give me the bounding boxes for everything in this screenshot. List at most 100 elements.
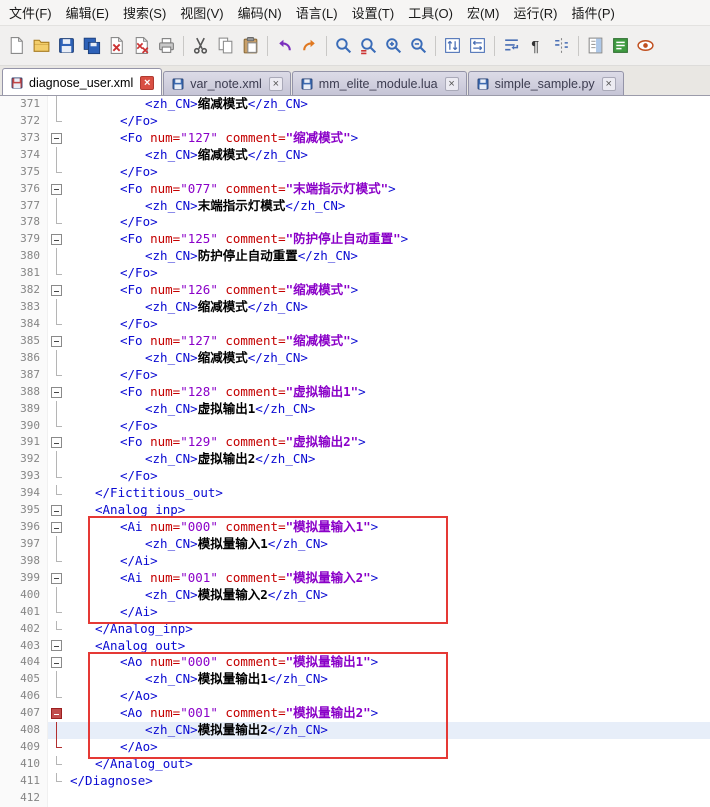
code-text[interactable]: <Ai num="000" comment="模拟量输入1"> [66,519,710,536]
zoom-out-icon[interactable] [406,33,431,58]
fold-marker[interactable] [48,705,66,722]
code-text[interactable]: <Fo num="127" comment="缩减模式"> [66,333,710,350]
function-list-icon[interactable] [608,33,633,58]
tab-close-icon[interactable]: × [140,76,154,90]
doc-map-icon[interactable] [583,33,608,58]
code-text[interactable]: </Fo> [66,265,710,282]
code-text[interactable]: <zh_CN>模拟量输入1</zh_CN> [66,536,710,553]
code-text[interactable]: <Fo num="077" comment="末端指示灯模式"> [66,181,710,198]
code-text[interactable]: <zh_CN>模拟量输入2</zh_CN> [66,587,710,604]
code-text[interactable]: <zh_CN>缩减模式</zh_CN> [66,299,710,316]
code-text[interactable]: <zh_CN>末端指示灯模式</zh_CN> [66,198,710,215]
fold-marker[interactable] [48,519,66,536]
code-text[interactable]: </Fo> [66,164,710,181]
code-text[interactable]: <Ao num="000" comment="模拟量输出1"> [66,654,710,671]
code-text[interactable]: </Fo> [66,214,710,231]
code-text[interactable]: </Fo> [66,316,710,333]
tab-simple_sample.py[interactable]: simple_sample.py× [468,71,624,95]
menu-item-plugins[interactable]: 插件(P) [565,0,622,25]
menu-item-edit[interactable]: 编辑(E) [59,0,116,25]
code-text[interactable]: </Diagnose> [66,773,710,790]
code-text[interactable]: <Ao num="001" comment="模拟量输出2"> [66,705,710,722]
code-text[interactable]: </Fo> [66,418,710,435]
fold-marker[interactable] [48,638,66,655]
replace-icon[interactable] [356,33,381,58]
code-text[interactable]: </Analog_inp> [66,621,710,638]
code-text[interactable]: <Fo num="125" comment="防护停止自动重置"> [66,231,710,248]
tab-diagnose_user.xml[interactable]: diagnose_user.xml× [2,68,162,96]
print-icon[interactable] [154,33,179,58]
code-text[interactable]: </Analog_out> [66,756,710,773]
fold-marker[interactable] [48,502,66,519]
fold-marker[interactable] [48,434,66,451]
code-text[interactable]: <zh_CN>模拟量输出1</zh_CN> [66,671,710,688]
menu-item-file[interactable]: 文件(F) [2,0,59,25]
menu-item-run[interactable]: 运行(R) [506,0,564,25]
fold-marker[interactable] [48,282,66,299]
tab-var_note.xml[interactable]: var_note.xml× [163,71,291,95]
open-file-icon[interactable] [29,33,54,58]
menu-item-macro[interactable]: 宏(M) [460,0,507,25]
menu-item-settings[interactable]: 设置(T) [345,0,402,25]
editor[interactable]: 371<zh_CN>缩减模式</zh_CN>372</Fo>373<Fo num… [0,96,710,807]
menu-item-encoding[interactable]: 编码(N) [231,0,289,25]
undo-icon[interactable] [272,33,297,58]
code-text[interactable]: </Fo> [66,113,710,130]
code-text[interactable]: <zh_CN>缩减模式</zh_CN> [66,96,710,113]
find-icon[interactable] [331,33,356,58]
word-wrap-icon[interactable] [499,33,524,58]
code-text[interactable]: </Fo> [66,468,710,485]
code-text[interactable]: </Ai> [66,604,710,621]
code-text[interactable]: <zh_CN>虚拟输出1</zh_CN> [66,401,710,418]
code-text[interactable]: </Ao> [66,688,710,705]
code-text[interactable]: <Fo num="126" comment="缩减模式"> [66,282,710,299]
save-icon[interactable] [54,33,79,58]
code-text[interactable]: <Fo num="129" comment="虚拟输出2"> [66,434,710,451]
sync-horizontal-icon[interactable] [465,33,490,58]
code-text[interactable]: <zh_CN>缩减模式</zh_CN> [66,147,710,164]
monitoring-icon[interactable] [633,33,658,58]
code-text[interactable]: <zh_CN>模拟量输出2</zh_CN> [66,722,710,739]
code-text[interactable]: <zh_CN>虚拟输出2</zh_CN> [66,451,710,468]
code-text[interactable]: <zh_CN>防护停止自动重置</zh_CN> [66,248,710,265]
fold-marker[interactable] [48,333,66,350]
save-all-icon[interactable] [79,33,104,58]
code-text[interactable]: <Analog_inp> [66,502,710,519]
fold-marker[interactable] [48,130,66,147]
code-text[interactable] [66,790,710,807]
menu-item-tools[interactable]: 工具(O) [401,0,460,25]
line-number: 381 [0,265,48,282]
code-text[interactable]: </Ai> [66,553,710,570]
new-file-icon[interactable] [4,33,29,58]
fold-marker[interactable] [48,231,66,248]
fold-marker[interactable] [48,654,66,671]
tab-close-icon[interactable]: × [269,77,283,91]
menu-item-language[interactable]: 语言(L) [289,0,345,25]
fold-marker[interactable] [48,570,66,587]
fold-marker[interactable] [48,384,66,401]
paste-icon[interactable] [238,33,263,58]
code-text[interactable]: <Fo num="128" comment="虚拟输出1"> [66,384,710,401]
sync-vertical-icon[interactable] [440,33,465,58]
zoom-in-icon[interactable] [381,33,406,58]
close-icon[interactable] [104,33,129,58]
cut-icon[interactable] [188,33,213,58]
fold-marker[interactable] [48,181,66,198]
code-text[interactable]: <Fo num="127" comment="缩减模式"> [66,130,710,147]
tab-close-icon[interactable]: × [445,77,459,91]
close-all-icon[interactable] [129,33,154,58]
copy-icon[interactable] [213,33,238,58]
code-text[interactable]: <Ai num="001" comment="模拟量输入2"> [66,570,710,587]
menu-item-search[interactable]: 搜索(S) [116,0,173,25]
menu-item-view[interactable]: 视图(V) [173,0,230,25]
code-text[interactable]: </Ao> [66,739,710,756]
code-text[interactable]: <Analog_out> [66,638,710,655]
tab-mm_elite_module.lua[interactable]: mm_elite_module.lua× [292,71,467,95]
code-text[interactable]: </Fo> [66,367,710,384]
tab-close-icon[interactable]: × [602,77,616,91]
redo-icon[interactable] [297,33,322,58]
show-all-chars-icon[interactable]: ¶ [524,33,549,58]
indent-guide-icon[interactable] [549,33,574,58]
code-text[interactable]: <zh_CN>缩减模式</zh_CN> [66,350,710,367]
code-text[interactable]: </Fictitious_out> [66,485,710,502]
